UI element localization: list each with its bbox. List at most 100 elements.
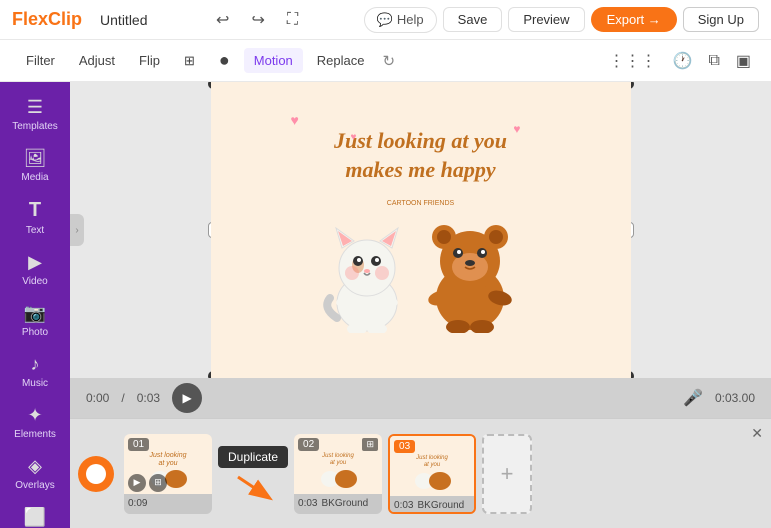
sidebar-item-media[interactable]: 🖼 Media [4, 141, 66, 190]
timeline-clip-3[interactable]: 03 Just looking at you 0:03 BKGround [388, 434, 476, 514]
canvas-line1: Just looking at you [334, 128, 507, 153]
clip-3-number: 03 [394, 440, 415, 453]
toolbar-right: ⋮⋮⋮ 🕐 ⧉ ▣ [605, 47, 755, 75]
sidebar-item-text[interactable]: T Text [4, 192, 66, 243]
filter-button[interactable]: Filter [16, 48, 65, 73]
add-clip-icon: + [501, 461, 514, 487]
document-title: Untitled [100, 12, 200, 28]
canvas-scene: ♥ ♥ ♥ Just looking at you makes me happy… [211, 82, 631, 378]
text-icon: T [29, 199, 41, 222]
svg-text:at you: at you [330, 460, 347, 466]
clip-1-play[interactable]: ▶ [128, 474, 146, 492]
sidebar: ☰ Templates 🖼 Media T Text ▶ Video 📷 Pho… [0, 82, 70, 528]
elements-icon: ✦ [27, 405, 42, 426]
circle-button[interactable]: ● [209, 45, 240, 76]
svg-text:Just looking: Just looking [415, 455, 448, 461]
photo-icon: 📷 [24, 303, 46, 324]
clip-2-duration: 0:03 [298, 498, 317, 509]
replace-button[interactable]: Replace [307, 48, 375, 73]
clip-3-info: 0:03 BKGround [390, 496, 474, 514]
collapse-handle[interactable]: › [70, 214, 84, 246]
sidebar-item-music[interactable]: ♪ Music [4, 347, 66, 396]
crop-button[interactable]: ⊞ [174, 48, 205, 74]
top-bar: FlexClip Untitled ↩ ↪ ⛶ 💬 Help Save Prev… [0, 0, 771, 40]
overlays-icon: ◈ [28, 456, 42, 477]
canvas-sub: CARTOON FRIENDS [387, 200, 454, 207]
time-separator: / [121, 391, 124, 405]
text-label: Text [26, 225, 44, 236]
motion-button[interactable]: Motion [244, 48, 303, 73]
crop-alt-button[interactable]: ▣ [732, 47, 755, 75]
music-label: Music [22, 378, 48, 389]
clip-3-duration: 0:03 [394, 500, 413, 511]
sidebar-item-bkground[interactable]: ⬜ BKGround [4, 500, 66, 528]
overlays-label: Overlays [15, 480, 54, 491]
clip-2-number: 02 [298, 438, 319, 451]
clip-1-info: 0:09 [124, 494, 212, 514]
logo-flex: Flex [12, 9, 48, 29]
add-clip-button[interactable]: + [482, 434, 532, 514]
app-logo: FlexClip [12, 9, 82, 30]
heart-decoration-1: ♥ [291, 112, 299, 128]
help-icon: 💬 [377, 12, 393, 28]
signup-button[interactable]: Sign Up [683, 7, 759, 32]
clip-2-info: 0:03 BKGround [294, 494, 382, 514]
toolbar: Filter Adjust Flip ⊞ ● Motion Replace ↻ … [0, 40, 771, 82]
timeline: ✕ 01 Just looking at you [70, 418, 771, 528]
svg-text:at you: at you [158, 460, 177, 467]
duplicate-tooltip: Duplicate [218, 446, 288, 468]
clip-1-edit[interactable]: ⊞ [149, 474, 167, 492]
record-inner [86, 464, 106, 484]
help-label: Help [397, 12, 424, 27]
undo-button[interactable]: ↩ [210, 6, 235, 34]
duration-text: 0:03.00 [715, 391, 755, 405]
current-time: 0:00 [86, 391, 109, 405]
clip-1-number: 01 [128, 438, 149, 451]
heart-decoration-3: ♥ [513, 122, 520, 136]
flip-button[interactable]: Flip [129, 48, 170, 73]
duplicate-arrow [233, 472, 273, 502]
canvas-text: Just looking at you makes me happy [334, 127, 507, 184]
sidebar-item-overlays[interactable]: ◈ Overlays [4, 449, 66, 498]
redo-button[interactable]: ↪ [245, 6, 270, 34]
white-cat [322, 223, 412, 333]
svg-text:Just looking: Just looking [321, 453, 354, 459]
logo-clip: Clip [48, 9, 82, 29]
timeline-clip-1[interactable]: 01 Just looking at you 0:09 ▶ ⊞ [124, 434, 212, 514]
rotate-button[interactable]: ↻ [379, 48, 400, 74]
sidebar-item-photo[interactable]: 📷 Photo [4, 296, 66, 345]
svg-text:Just looking: Just looking [149, 452, 187, 459]
record-button[interactable] [78, 456, 114, 492]
help-button[interactable]: 💬 Help [364, 7, 437, 33]
media-icon: 🖼 [24, 148, 47, 169]
clip-2-label: BKGround [322, 498, 369, 509]
photo-label: Photo [22, 327, 48, 338]
sidebar-item-templates[interactable]: ☰ Templates [4, 90, 66, 139]
layers-button[interactable]: ⧉ [704, 48, 723, 74]
save-button[interactable]: Save [443, 7, 503, 32]
elements-label: Elements [14, 429, 56, 440]
preview-button[interactable]: Preview [508, 7, 584, 32]
timeline-button[interactable]: 🕐 [669, 47, 697, 75]
adjust-button[interactable]: Adjust [69, 48, 125, 73]
timeline-clip-2[interactable]: 02 ⊞ Just looking at you 0:03 BKGround [294, 434, 382, 514]
music-icon: ♪ [31, 354, 40, 375]
canvas-area: › ♥ ♥ ♥ [70, 82, 771, 378]
bkground-icon: ⬜ [24, 507, 46, 528]
sidebar-item-elements[interactable]: ✦ Elements [4, 398, 66, 447]
play-button[interactable]: ▶ [172, 383, 202, 413]
grid-view-button[interactable]: ⋮⋮⋮ [605, 47, 661, 75]
fullscreen-button[interactable]: ⛶ [281, 7, 304, 33]
playback-bar: 0:00 / 0:03 ▶ 🎤 0:03.00 [70, 378, 771, 418]
canvas-line2: makes me happy [345, 157, 495, 182]
video-label: Video [22, 276, 47, 287]
brown-bear [420, 213, 520, 333]
sidebar-item-video[interactable]: ▶ Video [4, 245, 66, 294]
templates-label: Templates [12, 121, 58, 132]
main-layout: ☰ Templates 🖼 Media T Text ▶ Video 📷 Pho… [0, 82, 771, 528]
export-button[interactable]: Export → [591, 7, 677, 32]
timeline-close-button[interactable]: ✕ [751, 425, 763, 442]
clip-1-controls: ▶ ⊞ [128, 474, 167, 492]
clip-3-label: BKGround [418, 500, 465, 511]
mic-icon[interactable]: 🎤 [683, 388, 703, 408]
